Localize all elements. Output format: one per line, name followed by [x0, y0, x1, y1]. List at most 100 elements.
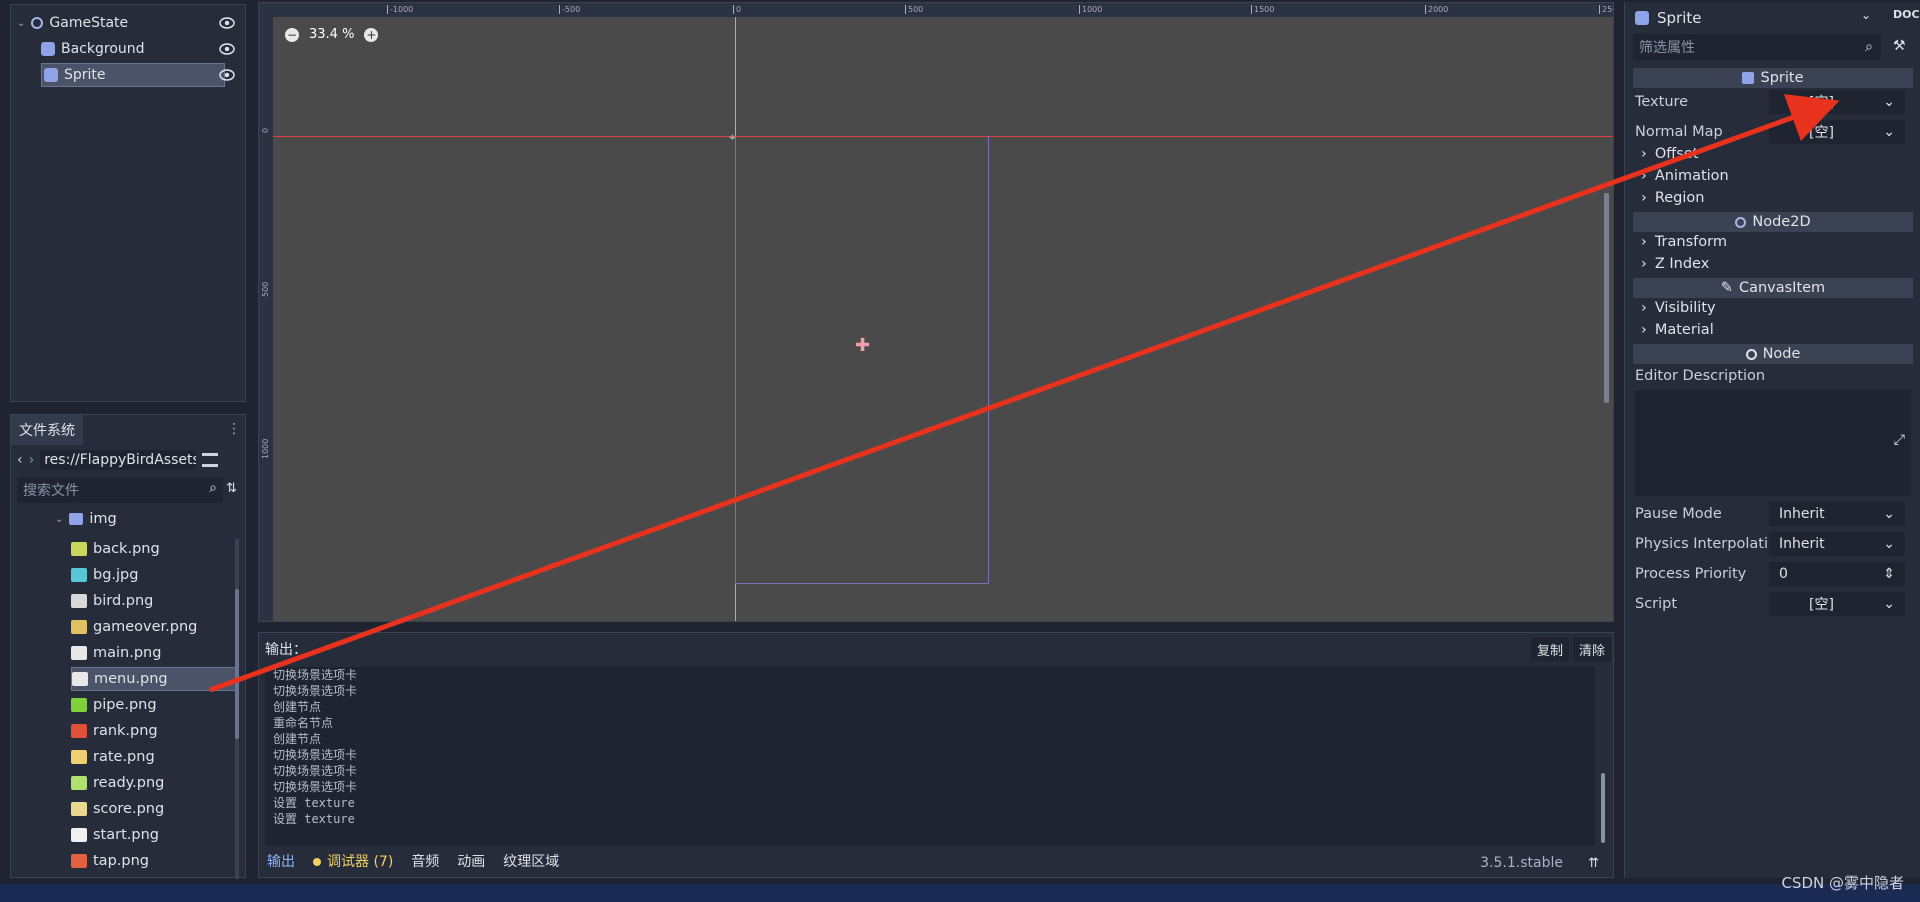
filesystem-dock: 文件系统 ⋮ ‹ › res://FlappyBirdAssets 搜索文件 ⌕…	[10, 414, 246, 879]
doc-icon[interactable]: DOC	[1893, 8, 1920, 21]
path-field[interactable]: res://FlappyBirdAssets	[40, 450, 197, 470]
category-transform[interactable]: › Transform	[1641, 234, 1727, 250]
taskbar	[0, 884, 1920, 902]
file-item[interactable]: score.png	[71, 797, 237, 821]
file-item[interactable]: main.png	[71, 641, 237, 665]
zoom-level[interactable]: 33.4 %	[309, 27, 354, 42]
scrollbar[interactable]	[1601, 773, 1605, 843]
chevron-down-icon: ⌄	[1883, 124, 1895, 140]
chevron-down-icon[interactable]: ⌄	[17, 18, 25, 29]
tree-item-sprite[interactable]: Sprite	[41, 63, 225, 87]
script-field[interactable]: [空] ⌄	[1769, 592, 1905, 616]
tree-item-background[interactable]: Background	[41, 37, 145, 61]
tab-animation[interactable]: 动画	[457, 851, 485, 871]
filesystem-tab[interactable]: 文件系统	[11, 415, 83, 445]
category-region[interactable]: › Region	[1641, 190, 1704, 206]
expand-icon[interactable]: ⤢	[1894, 432, 1905, 448]
sprite-icon	[1742, 72, 1755, 84]
chevron-down-icon[interactable]: ⌄	[1861, 8, 1871, 22]
file-item[interactable]: rank.png	[71, 719, 237, 743]
tree-item-gamestate[interactable]: ⌄ GameState	[17, 11, 128, 35]
file-search-input[interactable]: 搜索文件 ⌕	[17, 477, 223, 503]
file-label: tap.png	[93, 853, 149, 869]
file-label: menu.png	[94, 671, 168, 687]
file-label: start.png	[93, 827, 159, 843]
sprite-icon	[44, 68, 58, 82]
zoom-in-icon[interactable]: +	[364, 27, 379, 42]
sort-icon[interactable]: ⇅	[226, 481, 237, 496]
tab-audio[interactable]: 音频	[411, 851, 439, 871]
file-item[interactable]: ready.png	[71, 771, 237, 795]
zoom-out-icon[interactable]: −	[285, 27, 299, 42]
file-item[interactable]: bird.png	[71, 589, 237, 613]
process-priority-spinbox[interactable]: 0 ⇕	[1769, 562, 1905, 586]
ruler-tick-label: -500	[559, 5, 580, 14]
back-arrow-icon[interactable]: ‹	[17, 452, 23, 468]
file-item[interactable]: rate.png	[71, 745, 237, 769]
category-offset[interactable]: › Offset	[1641, 146, 1698, 162]
tab-output[interactable]: 输出	[267, 851, 295, 871]
chevron-right-icon: ›	[1641, 168, 1647, 184]
category-material[interactable]: › Material	[1641, 322, 1714, 338]
category-visibility[interactable]: › Visibility	[1641, 300, 1716, 316]
physics-interp-select[interactable]: Inherit ⌄	[1769, 532, 1905, 556]
ruler-tick-label: 1500	[1251, 5, 1274, 14]
log-line: 创建节点	[273, 700, 322, 714]
spin-arrows-icon[interactable]: ⇕	[1883, 566, 1895, 582]
log-line: 设置 texture	[273, 796, 355, 810]
pin-panel-icon[interactable]: ⇈	[1588, 856, 1599, 871]
file-label: bird.png	[93, 593, 154, 609]
normalmap-field[interactable]: [空] ⌄	[1769, 120, 1905, 144]
visibility-eye-icon[interactable]	[219, 41, 235, 57]
tools-icon[interactable]: ⚒	[1893, 38, 1906, 54]
editor-description-field[interactable]: ⤢	[1635, 390, 1911, 496]
search-icon: ⌕	[1865, 39, 1873, 55]
inspector-title: Sprite	[1657, 9, 1702, 27]
brush-icon: ✎	[1720, 280, 1733, 296]
file-item[interactable]: gameover.png	[71, 615, 237, 639]
split-view-icon[interactable]	[202, 453, 219, 467]
ruler-left: 0 500 1000	[259, 17, 273, 621]
category-zindex[interactable]: › Z Index	[1641, 256, 1709, 272]
visibility-eye-icon[interactable]	[219, 15, 235, 31]
file-label: main.png	[93, 645, 162, 661]
texture-field[interactable]: [空] ⌄	[1769, 90, 1905, 114]
file-item[interactable]: start.png	[71, 823, 237, 847]
scrollbar[interactable]	[235, 539, 239, 879]
log-line: 创建节点	[273, 732, 322, 746]
chevron-down-icon: ⌄	[1883, 536, 1895, 552]
ruler-corner	[259, 3, 273, 17]
folder-row[interactable]: ⌄ img	[55, 511, 117, 527]
prop-label: Texture	[1635, 94, 1689, 110]
image-file-icon	[72, 672, 88, 686]
clear-button[interactable]: 清除	[1573, 637, 1612, 661]
canvas-viewport[interactable]: -1000 -500 0 500 1000 1500 2000 2500 0 500 1000 −…	[258, 2, 1614, 622]
category-label: Offset	[1654, 146, 1699, 162]
origin-crosshair-icon: ⌖	[729, 130, 736, 144]
property-filter-input[interactable]: 筛选属性 ⌕	[1633, 34, 1881, 60]
file-item[interactable]: bg.jpg	[71, 563, 237, 587]
pause-mode-select[interactable]: Inherit ⌄	[1769, 502, 1905, 526]
file-item[interactable]: menu.png	[71, 667, 237, 691]
more-options-icon[interactable]: ⋮	[227, 421, 241, 437]
file-item[interactable]: back.png	[71, 537, 237, 561]
tab-debugger[interactable]: 调试器 (7)	[313, 851, 393, 871]
category-animation[interactable]: › Animation	[1641, 168, 1729, 184]
file-label: ready.png	[93, 775, 165, 791]
ruler-tick-label: 500	[261, 281, 270, 297]
section-label: Sprite	[1760, 70, 1804, 86]
scrollbar[interactable]	[1604, 193, 1609, 403]
forward-arrow-icon[interactable]: ›	[29, 452, 35, 468]
file-item[interactable]: tap.png	[71, 849, 237, 873]
file-item[interactable]: pipe.png	[71, 693, 237, 717]
copy-button[interactable]: 复制	[1531, 637, 1570, 661]
ruler-tick-label: 2500	[1599, 5, 1613, 14]
sprite-placeholder-icon[interactable]: ✚	[855, 335, 870, 356]
inspector-object-selector[interactable]: Sprite	[1635, 6, 1702, 30]
tab-texture-region[interactable]: 纹理区域	[503, 851, 559, 871]
chevron-right-icon: ›	[1641, 190, 1647, 206]
output-title: 输出：	[265, 642, 307, 658]
visibility-eye-icon[interactable]	[219, 67, 235, 83]
chevron-down-icon: ⌄	[1883, 506, 1895, 522]
sprite-icon	[1635, 11, 1649, 25]
